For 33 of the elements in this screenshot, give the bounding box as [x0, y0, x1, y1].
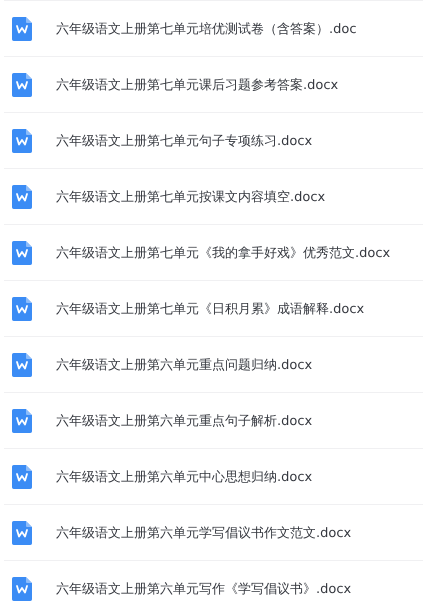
file-name: 六年级语文上册第七单元句子专项练习.docx	[56, 132, 312, 150]
file-name: 六年级语文上册第六单元重点句子解析.docx	[56, 412, 312, 430]
word-document-icon	[12, 16, 32, 40]
file-name: 六年级语文上册第七单元《日积月累》成语解释.docx	[56, 300, 364, 318]
word-document-icon	[12, 128, 32, 152]
file-name: 六年级语文上册第七单元培优测试卷（含答案）.doc	[56, 20, 356, 38]
file-name: 六年级语文上册第六单元学写倡议书作文范文.docx	[56, 524, 352, 542]
file-row[interactable]: 六年级语文上册第七单元培优测试卷（含答案）.doc	[4, 0, 423, 56]
word-document-icon	[12, 72, 32, 96]
word-document-icon	[12, 520, 32, 544]
file-name: 六年级语文上册第六单元写作《学写倡议书》.docx	[56, 580, 352, 598]
file-row[interactable]: 六年级语文上册第六单元中心思想归纳.docx	[4, 448, 423, 504]
file-row[interactable]: 六年级语文上册第六单元重点问题归纳.docx	[4, 336, 423, 392]
word-document-icon	[12, 352, 32, 376]
file-name: 六年级语文上册第六单元重点问题归纳.docx	[56, 356, 312, 374]
file-name: 六年级语文上册第七单元按课文内容填空.docx	[56, 188, 326, 206]
file-row[interactable]: 六年级语文上册第七单元《我的拿手好戏》优秀范文.docx	[4, 224, 423, 280]
file-name: 六年级语文上册第六单元中心思想归纳.docx	[56, 468, 312, 486]
word-document-icon	[12, 240, 32, 264]
file-row[interactable]: 六年级语文上册第六单元重点句子解析.docx	[4, 392, 423, 448]
file-row[interactable]: 六年级语文上册第七单元《日积月累》成语解释.docx	[4, 280, 423, 336]
file-row[interactable]: 六年级语文上册第七单元句子专项练习.docx	[4, 112, 423, 168]
word-document-icon	[12, 296, 32, 320]
word-document-icon	[12, 464, 32, 488]
file-row[interactable]: 六年级语文上册第六单元写作《学写倡议书》.docx	[4, 560, 423, 611]
word-document-icon	[12, 184, 32, 208]
word-document-icon	[12, 576, 32, 600]
file-row[interactable]: 六年级语文上册第七单元课后习题参考答案.docx	[4, 56, 423, 112]
file-name: 六年级语文上册第七单元《我的拿手好戏》优秀范文.docx	[56, 244, 390, 262]
file-row[interactable]: 六年级语文上册第六单元学写倡议书作文范文.docx	[4, 504, 423, 560]
file-name: 六年级语文上册第七单元课后习题参考答案.docx	[56, 76, 338, 94]
file-row[interactable]: 六年级语文上册第七单元按课文内容填空.docx	[4, 168, 423, 224]
word-document-icon	[12, 408, 32, 432]
